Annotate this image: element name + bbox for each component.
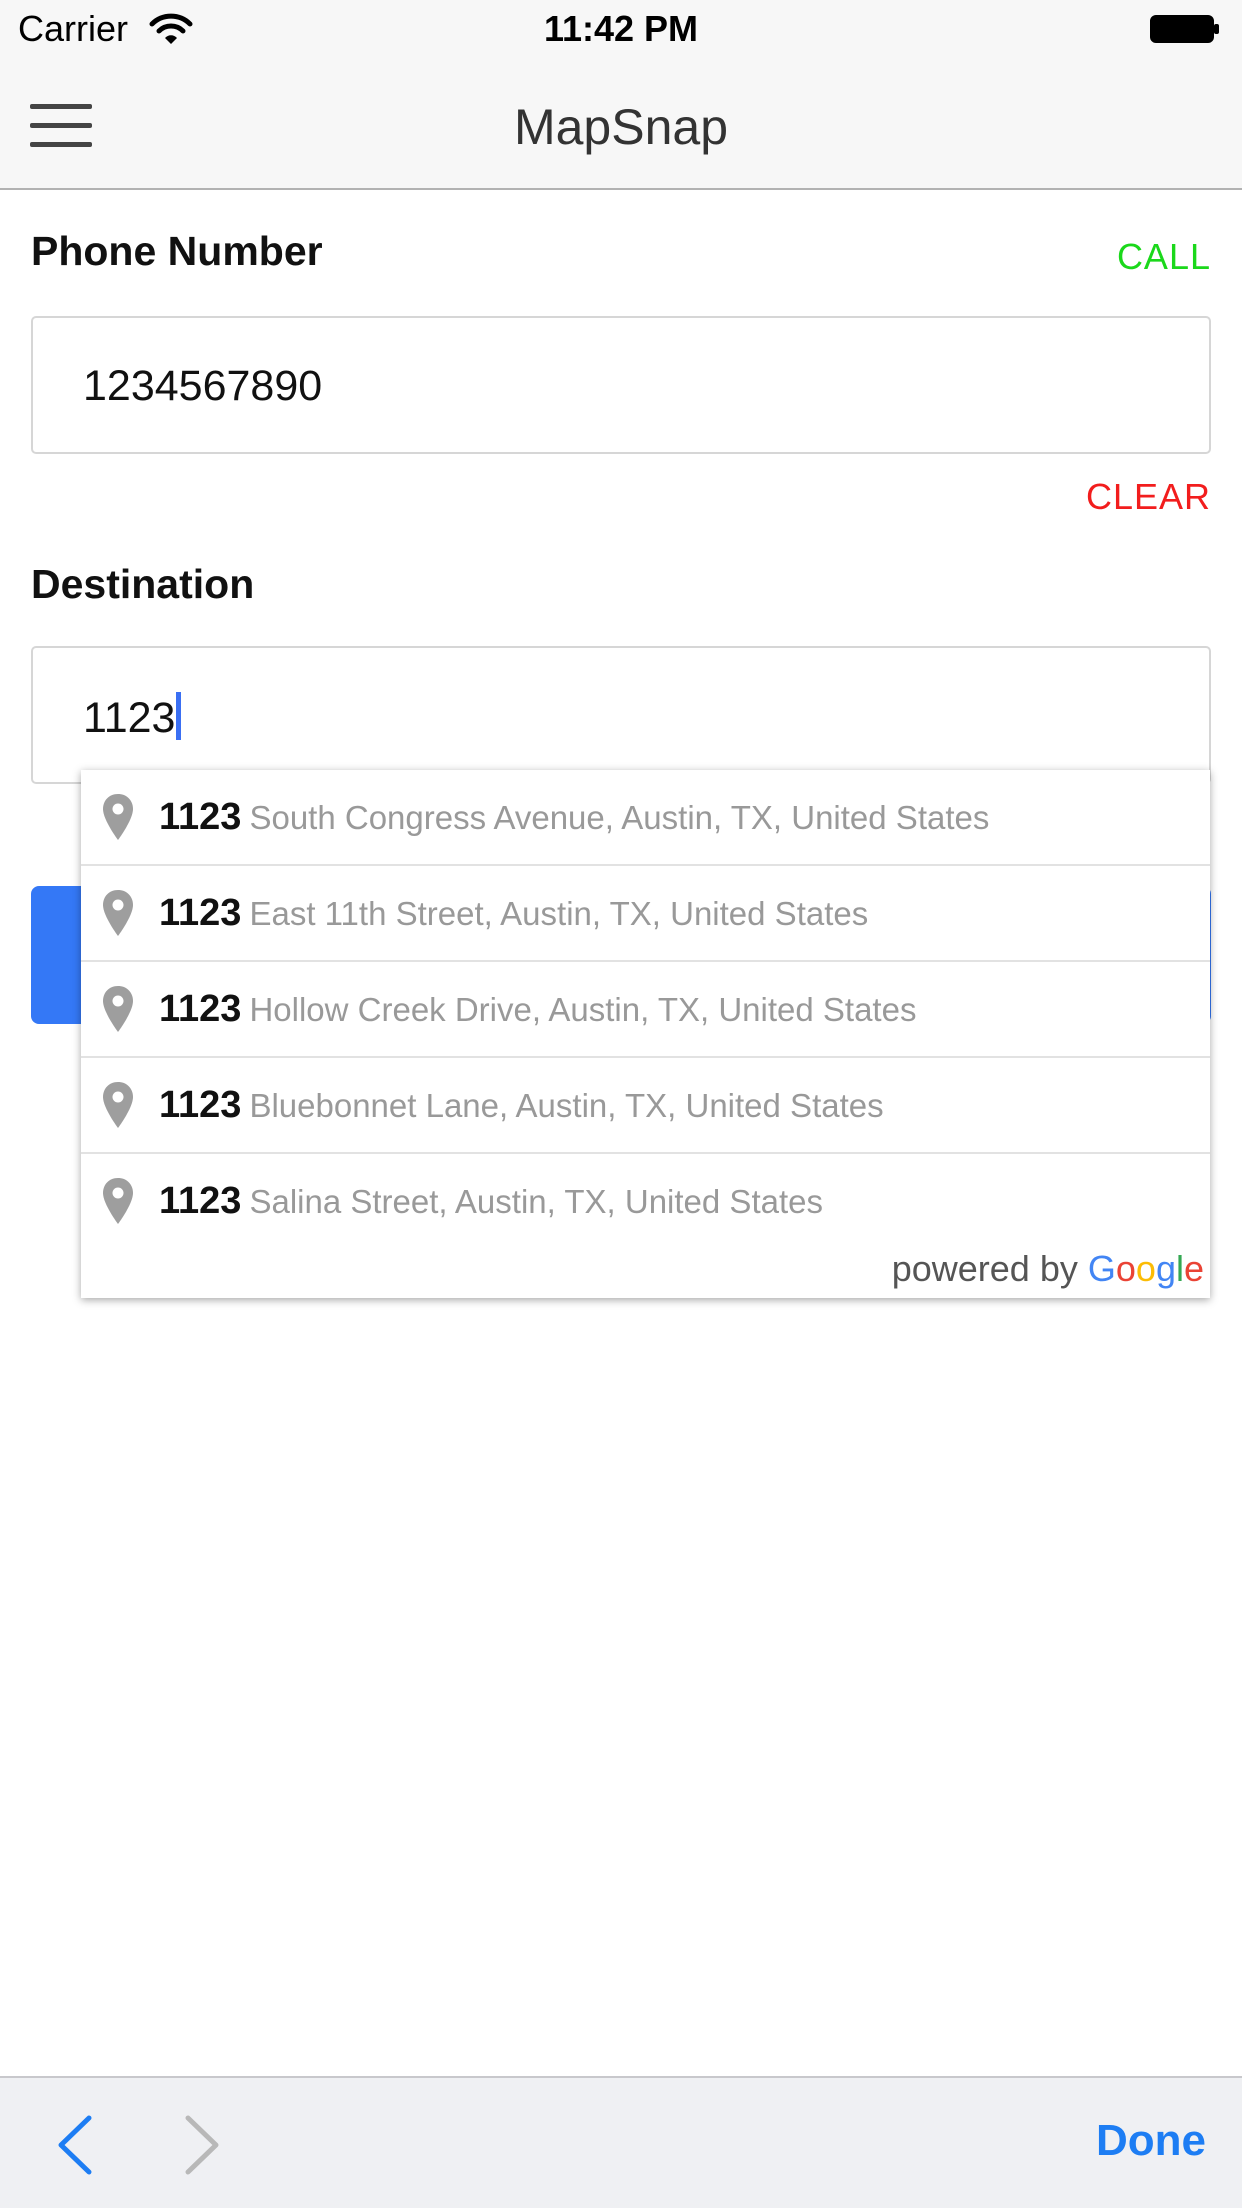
powered-by-text: powered by — [891, 1248, 1078, 1289]
suggestion-address: East 11th Street, Austin, TX, United Sta… — [249, 895, 869, 932]
destination-label: Destination — [31, 561, 255, 607]
phone-number-field[interactable]: 1234567890 — [31, 316, 1211, 454]
chevron-right-icon[interactable] — [182, 2114, 222, 2176]
suggestion-address: Hollow Creek Drive, Austin, TX, United S… — [249, 991, 917, 1028]
status-bar: Carrier 11:42 PM — [0, 0, 1242, 60]
destination-field[interactable]: 1123 — [31, 646, 1211, 784]
text-cursor — [176, 692, 182, 740]
call-button[interactable]: CALL — [1117, 236, 1211, 278]
mapsnap-screen: Carrier 11:42 PM MapSnap Phone Number CA… — [0, 0, 1242, 2208]
status-time: 11:42 PM — [543, 8, 699, 49]
suggestion-address: Bluebonnet Lane, Austin, TX, United Stat… — [249, 1087, 884, 1124]
autocomplete-dropdown: 1123 South Congress Avenue, Austin, TX, U… — [81, 770, 1210, 1298]
chevron-left-icon[interactable] — [55, 2114, 95, 2176]
destination-value: 1123 — [83, 694, 176, 742]
suggestion-item[interactable]: 1123 Salina Street, Austin, TX, United St… — [81, 1154, 1210, 1250]
suggestion-match: 1123 — [159, 1084, 242, 1126]
navigation-bar: MapSnap — [0, 60, 1242, 190]
location-pin-icon — [103, 1178, 133, 1224]
location-pin-icon — [103, 890, 133, 936]
suggestion-match: 1123 — [159, 892, 242, 934]
suggestion-item[interactable]: 1123 Hollow Creek Drive, Austin, TX, Unit… — [81, 962, 1210, 1058]
phone-number-value: 1234567890 — [83, 362, 323, 410]
clear-button[interactable]: CLEAR — [1086, 476, 1211, 518]
google-logo: Google — [1087, 1248, 1204, 1289]
suggestion-address: South Congress Avenue, Austin, TX, Unite… — [249, 799, 990, 836]
suggestion-match: 1123 — [159, 988, 242, 1030]
battery-icon — [1150, 15, 1219, 43]
location-pin-icon — [103, 794, 133, 840]
page-title: MapSnap — [513, 99, 729, 155]
suggestion-item[interactable]: 1123 East 11th Street, Austin, TX, United… — [81, 866, 1210, 962]
suggestion-item[interactable]: 1123 South Congress Avenue, Austin, TX, U… — [81, 770, 1210, 866]
done-button[interactable]: Done — [1096, 2116, 1206, 2166]
suggestion-item[interactable]: 1123 Bluebonnet Lane, Austin, TX, United … — [81, 1058, 1210, 1154]
suggestion-address: Salina Street, Austin, TX, United States — [249, 1183, 823, 1220]
phone-number-label: Phone Number — [31, 228, 323, 274]
keyboard-accessory-toolbar: Done — [0, 2076, 1242, 2208]
suggestion-match: 1123 — [159, 1180, 242, 1222]
suggestion-match: 1123 — [159, 796, 242, 838]
location-pin-icon — [103, 1082, 133, 1128]
powered-by-google: powered by Google — [892, 1248, 1204, 1290]
location-pin-icon — [103, 986, 133, 1032]
